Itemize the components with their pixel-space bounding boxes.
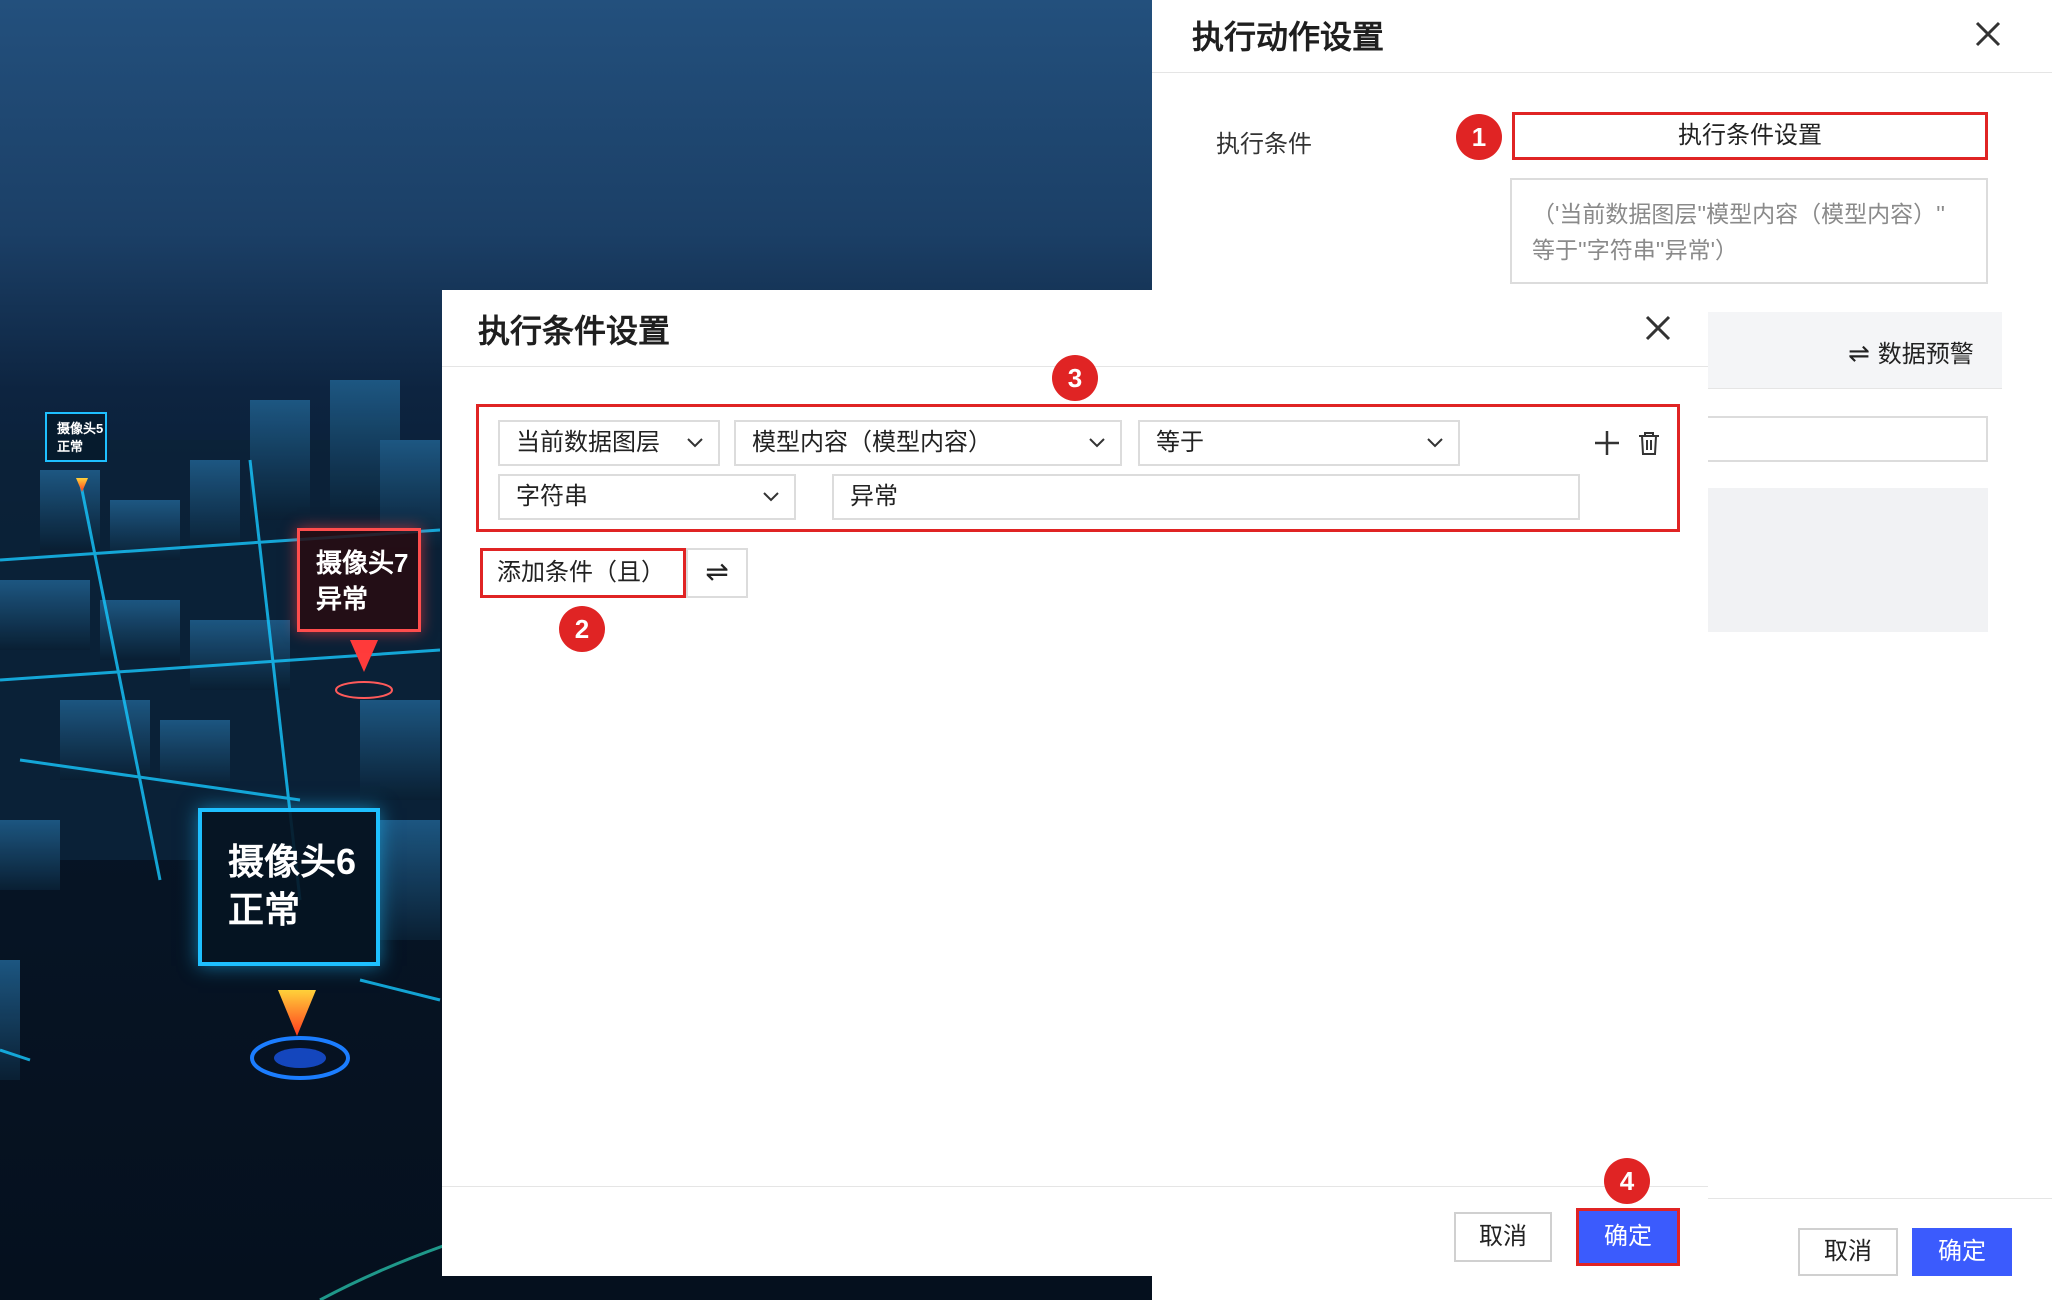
tab-label: 数据预警 xyxy=(1877,341,1974,368)
select-value: 模型内容（模型内容） xyxy=(752,429,992,456)
camera-status: 正常 xyxy=(228,889,301,930)
camera-6-marker xyxy=(250,990,350,1080)
tab-data-alert[interactable]: ⇌ 数据预警 xyxy=(1848,334,1974,369)
city-buildings xyxy=(0,380,440,1080)
condition-settings-dialog: 执行条件设置 当前数据图层 模型内容（模型内容） 等于 字符串 异常 添加条件（… xyxy=(442,290,1708,1276)
swap-icon[interactable]: ⇌ xyxy=(686,548,748,598)
camera-status: 异常 xyxy=(316,584,369,614)
add-condition-and-button[interactable]: 添加条件（且） xyxy=(480,548,686,598)
camera-5-label: 摄像头5 正常 xyxy=(45,412,107,462)
chevron-down-icon xyxy=(687,438,703,448)
camera-status: 正常 xyxy=(57,439,84,454)
dialog-title: 执行条件设置 xyxy=(478,313,671,349)
condition-settings-button[interactable]: 执行条件设置 xyxy=(1512,112,1988,160)
trash-icon[interactable] xyxy=(1634,428,1664,458)
field-select[interactable]: 模型内容（模型内容） xyxy=(734,420,1122,466)
confirm-button[interactable]: 确定 xyxy=(1912,1228,2012,1276)
content-area xyxy=(1708,488,1988,632)
step-badge-3: 3 xyxy=(1052,355,1098,401)
value-type-select[interactable]: 字符串 xyxy=(498,474,796,520)
layer-select[interactable]: 当前数据图层 xyxy=(498,420,720,466)
chevron-down-icon xyxy=(1427,438,1443,448)
confirm-button[interactable]: 确定 xyxy=(1576,1208,1680,1266)
cancel-button[interactable]: 取消 xyxy=(1798,1228,1898,1276)
divider xyxy=(1152,72,2052,73)
swap-icon: ⇌ xyxy=(1848,338,1870,368)
camera-name: 摄像头7 xyxy=(316,548,409,578)
step-badge-4: 4 xyxy=(1604,1158,1650,1204)
select-value: 字符串 xyxy=(516,483,588,510)
select-value: 当前数据图层 xyxy=(516,429,660,456)
plus-icon[interactable] xyxy=(1592,428,1622,458)
condition-summary: （'当前数据图层''模型内容（模型内容）'' 等于''字符串''异常'） xyxy=(1510,178,1988,284)
value-input[interactable]: 异常 xyxy=(832,474,1580,520)
step-badge-2: 2 xyxy=(559,606,605,652)
condition-label: 执行条件 xyxy=(1216,131,1312,158)
step-badge-1: 1 xyxy=(1456,114,1502,160)
camera-name: 摄像头6 xyxy=(228,841,357,882)
chevron-down-icon xyxy=(1089,438,1105,448)
chevron-down-icon xyxy=(763,492,779,502)
select-value: 等于 xyxy=(1156,429,1204,456)
close-icon[interactable] xyxy=(1968,14,2008,54)
divider xyxy=(442,1186,1708,1187)
divider xyxy=(1708,1198,2052,1199)
close-icon[interactable] xyxy=(1638,308,1678,348)
cancel-button[interactable]: 取消 xyxy=(1454,1212,1552,1262)
camera-7-label: 摄像头7 异常 xyxy=(297,528,421,632)
action-input[interactable] xyxy=(1708,416,1988,462)
camera-6-label: 摄像头6 正常 xyxy=(198,808,380,966)
operator-select[interactable]: 等于 xyxy=(1138,420,1460,466)
camera-name: 摄像头5 xyxy=(57,421,104,436)
panel-title: 执行动作设置 xyxy=(1192,19,1385,55)
